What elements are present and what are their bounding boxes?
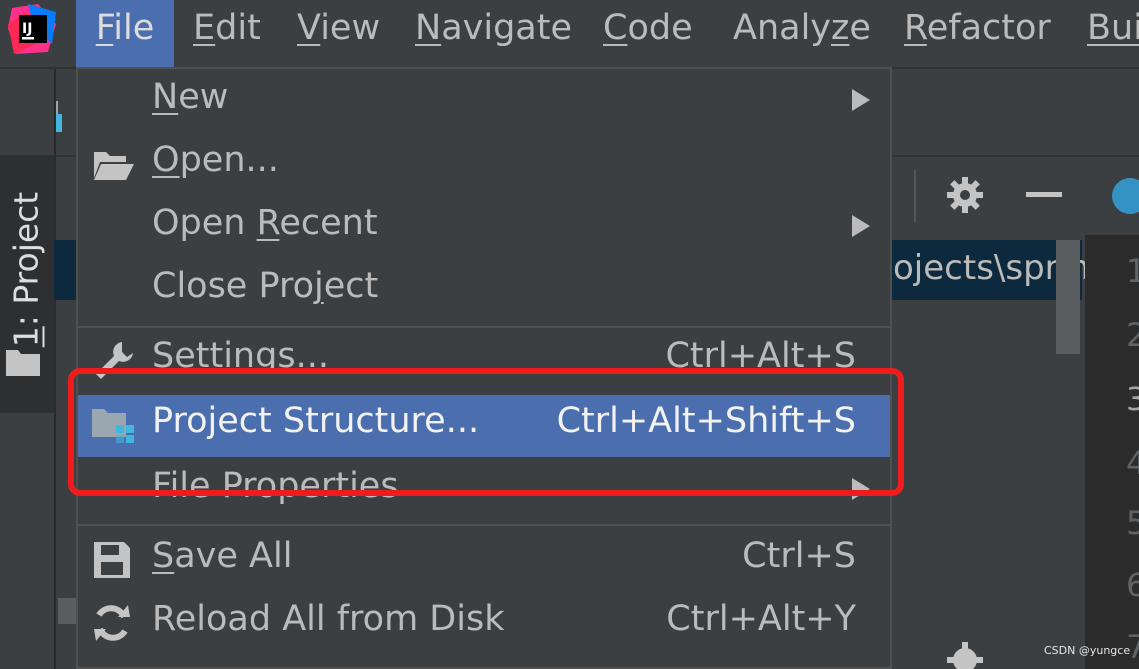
submenu-arrow-icon xyxy=(852,215,870,237)
svg-text:IJ: IJ xyxy=(22,21,32,37)
menu-analyze-mnemonic: z xyxy=(831,8,850,48)
annotation-highlight-box xyxy=(68,368,904,496)
tree-scrollbar[interactable] xyxy=(1056,240,1080,354)
mnemonic: j xyxy=(314,266,324,306)
label-text: ave All xyxy=(174,536,293,576)
menu-item-save-all[interactable]: Save All Ctrl+S xyxy=(78,530,890,592)
line-number: 1 xyxy=(1126,252,1139,290)
menu-item-label: Open Recent xyxy=(152,203,378,243)
line-number: 3 xyxy=(1126,380,1139,418)
menu-edit-mnemonic: E xyxy=(193,8,216,48)
menu-item-new[interactable]: New xyxy=(78,71,890,133)
label-text: ecent xyxy=(279,203,378,243)
label-text: ect xyxy=(323,266,379,306)
label-text: pen... xyxy=(179,140,279,180)
menu-bar: IJ File Edit View Navigate Code Analyze … xyxy=(0,0,1139,69)
horizontal-scrollbar[interactable] xyxy=(58,598,76,624)
project-tab-text: : Project xyxy=(6,191,46,327)
mnemonic: O xyxy=(152,140,180,180)
line-number: 4 xyxy=(1126,444,1139,482)
menu-code-mnemonic: C xyxy=(603,8,628,48)
label-text: Open xyxy=(152,203,257,243)
menu-navigate-label: avigate xyxy=(441,8,572,48)
mnemonic: N xyxy=(152,77,179,117)
mnemonic: S xyxy=(152,536,175,576)
menu-analyze-label-end: e xyxy=(849,8,871,48)
menu-item-shortcut: Ctrl+Alt+Y xyxy=(666,599,856,639)
open-folder-icon xyxy=(94,152,134,180)
menu-refactor-mnemonic: R xyxy=(904,8,927,48)
menu-build[interactable]: Bui xyxy=(1087,0,1139,67)
menu-file[interactable]: File xyxy=(76,0,174,67)
menu-file-label: ile xyxy=(113,8,155,48)
line-number: 6 xyxy=(1126,566,1139,604)
menu-navigate[interactable]: Navigate xyxy=(415,0,572,67)
line-number: 2 xyxy=(1126,316,1139,354)
minimize-icon[interactable] xyxy=(1026,192,1062,197)
menu-separator xyxy=(78,524,890,526)
mnemonic: R xyxy=(256,203,280,243)
menu-edit[interactable]: Edit xyxy=(193,0,261,67)
menu-item-close-project[interactable]: Close Project xyxy=(78,260,890,322)
intellij-logo-icon[interactable]: IJ xyxy=(8,4,58,56)
label-text: Close Pro xyxy=(152,266,314,306)
menu-item-label: Open... xyxy=(152,140,279,180)
menu-item-shortcut: Ctrl+S xyxy=(742,536,856,576)
watermark: CSDN @yungce xyxy=(1044,644,1131,657)
menu-item-label: Save All xyxy=(152,536,292,576)
menu-item-label: Reload All from Disk xyxy=(152,599,505,639)
label-text: ew xyxy=(178,77,229,117)
menu-view-mnemonic: V xyxy=(297,8,321,48)
folder-icon xyxy=(6,350,40,376)
save-icon xyxy=(94,542,130,578)
menu-item-open-recent[interactable]: Open Recent xyxy=(78,197,890,259)
menu-refactor[interactable]: Refactor xyxy=(904,0,1051,67)
menu-analyze-label-start: Analy xyxy=(733,8,832,48)
menu-file-mnemonic: F xyxy=(95,8,114,48)
menu-build-label: Bui xyxy=(1087,8,1139,48)
menu-navigate-mnemonic: N xyxy=(415,8,442,48)
project-tab-number: 1 xyxy=(6,326,46,348)
menu-item-reload-all[interactable]: Reload All from Disk Ctrl+Alt+Y xyxy=(78,593,890,655)
menu-code[interactable]: Code xyxy=(603,0,693,67)
menu-item-label: Close Project xyxy=(152,266,378,306)
submenu-arrow-icon xyxy=(852,89,870,111)
gear-icon[interactable] xyxy=(945,175,985,215)
menu-edit-label: dit xyxy=(215,8,261,48)
menu-view-label: iew xyxy=(320,8,381,48)
project-tool-tab-label: 1: Project xyxy=(7,160,46,380)
menu-item-label: New xyxy=(152,77,228,117)
line-number: 5 xyxy=(1126,504,1139,542)
menu-code-label: ode xyxy=(627,8,693,48)
refresh-icon xyxy=(94,605,130,641)
panel-divider xyxy=(914,170,916,222)
gear-icon[interactable] xyxy=(945,640,985,669)
menu-separator xyxy=(78,326,890,328)
menu-refactor-label: efactor xyxy=(926,8,1051,48)
menu-view[interactable]: View xyxy=(297,0,380,67)
menu-analyze[interactable]: Analyze xyxy=(733,0,871,67)
menu-item-open[interactable]: Open... xyxy=(78,134,890,196)
